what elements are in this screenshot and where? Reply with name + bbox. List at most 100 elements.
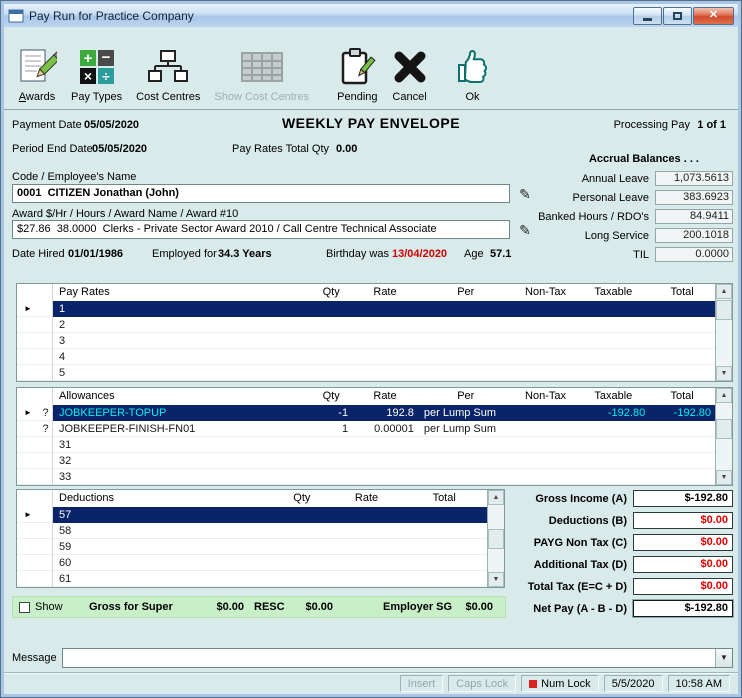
col-taxable: Taxable	[594, 286, 633, 298]
super-strip: Show Gross for Super $0.00 RESC $0.00 Em…	[12, 596, 506, 618]
message-input[interactable]: ▼	[62, 648, 733, 668]
scroll-up-icon[interactable]: ▲	[716, 388, 732, 403]
col-rate: Rate	[373, 390, 397, 402]
col-qty: Qty	[322, 390, 340, 402]
ok-button[interactable]: Ok	[449, 31, 497, 105]
age-label: Age	[464, 248, 484, 260]
pay-types-icon: + − × ÷	[77, 44, 117, 90]
cancel-icon	[392, 44, 428, 90]
gross-income-label: Gross Income (A)	[535, 492, 627, 505]
til-value: 0.0000	[655, 247, 733, 262]
awards-icon	[17, 44, 57, 90]
col-total: Total	[670, 390, 694, 402]
pending-icon	[338, 44, 376, 90]
scroll-up-icon[interactable]: ▲	[488, 490, 504, 505]
net-pay-label: Net Pay (A - B - D)	[533, 602, 627, 615]
edit-pencil-icon: ✎	[519, 221, 531, 238]
pay-rates-scrollbar[interactable]: ▲ ▼	[715, 284, 732, 381]
birthday-label: Birthday was	[326, 248, 389, 260]
pay-rates-row-1[interactable]: ► 1	[17, 301, 715, 317]
deductions-header: Deductions Qty Rate Total	[17, 490, 487, 507]
allowance-row-32[interactable]: 32	[17, 453, 715, 469]
message-text[interactable]	[63, 649, 715, 667]
pay-rates-row-2[interactable]: 2	[17, 317, 715, 333]
allowances-scrollbar[interactable]: ▲ ▼	[715, 388, 732, 485]
age-value: 57.1	[490, 248, 512, 260]
scroll-down-icon[interactable]: ▼	[488, 572, 504, 587]
cancel-label: Cancel	[392, 91, 427, 103]
col-nontax: Non-Tax	[525, 390, 566, 402]
pay-rates-row-3[interactable]: 3	[17, 333, 715, 349]
ok-thumbs-up-icon	[456, 44, 490, 90]
date-hired-value: 01/01/1986	[68, 248, 124, 260]
employed-for-value: 34.3 Years	[218, 248, 272, 260]
awards-button[interactable]: Awards	[10, 31, 64, 105]
col-taxable: Taxable	[594, 390, 633, 402]
employee-code-field[interactable]: 0001 CITIZEN Jonathan (John)	[12, 184, 510, 203]
minimize-button[interactable]	[633, 6, 662, 25]
col-qty: Qty	[293, 492, 311, 504]
pay-rates-header: Pay Rates Qty Rate Per Non-Tax Taxable T…	[17, 284, 715, 301]
deduction-row-58[interactable]: 58	[17, 523, 487, 539]
question-flag-icon: ?	[39, 421, 53, 437]
maximize-button[interactable]	[663, 6, 692, 25]
birthday-value: 13/04/2020	[392, 248, 448, 260]
pay-rates-total-qty-value: 0.00	[336, 143, 358, 155]
employee-edit-button[interactable]: ✎	[514, 184, 536, 203]
scroll-thumb[interactable]	[716, 300, 732, 320]
show-checkbox[interactable]	[19, 602, 30, 613]
allowance-row-31[interactable]: 31	[17, 437, 715, 453]
pay-rates-row-5[interactable]: 5	[17, 365, 715, 381]
allowance-row-33[interactable]: 33	[17, 469, 715, 485]
pay-rates-row-4[interactable]: 4	[17, 349, 715, 365]
deduction-row-61[interactable]: 61	[17, 571, 487, 587]
col-total: Total	[670, 286, 694, 298]
row-marker-icon: ►	[24, 510, 32, 519]
scroll-thumb[interactable]	[716, 419, 732, 439]
gross-for-super-value: $0.00	[216, 601, 244, 613]
show-cost-centres-button: Show Cost Centres	[207, 31, 316, 105]
deduction-row-60[interactable]: 60	[17, 555, 487, 571]
pending-label: Pending	[337, 91, 378, 103]
deductions-total-value: $0.00	[633, 512, 733, 529]
window-icon	[8, 9, 24, 22]
pending-button[interactable]: Pending	[330, 31, 384, 105]
message-label: Message	[12, 652, 57, 664]
scroll-down-icon[interactable]: ▼	[716, 366, 732, 381]
allowance-row-jobkeeper-topup[interactable]: ► ? JOBKEEPER-TOPUP -1 192.8 per Lump Su…	[17, 405, 715, 421]
close-icon: ✕	[708, 9, 719, 21]
deduction-row-59[interactable]: 59	[17, 539, 487, 555]
col-nontax: Non-Tax	[525, 286, 566, 298]
num-lock-indicator-icon	[529, 679, 538, 688]
svg-text:÷: ÷	[102, 68, 110, 84]
deductions-scrollbar[interactable]: ▲ ▼	[487, 490, 504, 587]
status-num-lock: Num Lock	[521, 675, 599, 692]
message-dropdown-button[interactable]: ▼	[715, 649, 732, 667]
allowance-row-jobkeeper-finish[interactable]: ? JOBKEEPER-FINISH-FN01 1 0.00001 per Lu…	[17, 421, 715, 437]
deductions-grid: Deductions Qty Rate Total ► 57 58 59 60	[16, 489, 505, 588]
row-marker-icon: ►	[24, 408, 32, 417]
status-caps-lock: Caps Lock	[448, 675, 517, 692]
close-button[interactable]: ✕	[693, 6, 734, 25]
col-qty: Qty	[322, 286, 340, 298]
col-allowances: Allowances	[59, 390, 115, 402]
pay-types-button[interactable]: + − × ÷ Pay Types	[64, 31, 129, 105]
scroll-thumb[interactable]	[488, 529, 504, 549]
cost-centres-button[interactable]: Cost Centres	[129, 31, 207, 105]
award-edit-button[interactable]: ✎	[514, 220, 536, 239]
scroll-down-icon[interactable]: ▼	[716, 470, 732, 485]
col-rate: Rate	[373, 286, 397, 298]
deduction-row-57[interactable]: ► 57	[17, 507, 487, 523]
cancel-button[interactable]: Cancel	[385, 31, 435, 105]
edit-pencil-icon: ✎	[519, 185, 531, 202]
deductions-total-label: Deductions (B)	[548, 514, 627, 527]
pay-run-window: Pay Run for Practice Company ✕ Awards + …	[0, 0, 742, 698]
status-date: 5/5/2020	[603, 675, 663, 692]
scroll-up-icon[interactable]: ▲	[716, 284, 732, 299]
show-cost-centres-icon	[240, 44, 284, 90]
long-service-value: 200.1018	[655, 228, 733, 243]
award-field[interactable]: $27.86 38.0000 Clerks - Private Sector A…	[12, 220, 510, 239]
period-end-label: Period End Date	[12, 143, 93, 155]
award-label: Award $/Hr / Hours / Award Name / Award …	[12, 208, 239, 220]
col-per: Per	[457, 286, 475, 298]
